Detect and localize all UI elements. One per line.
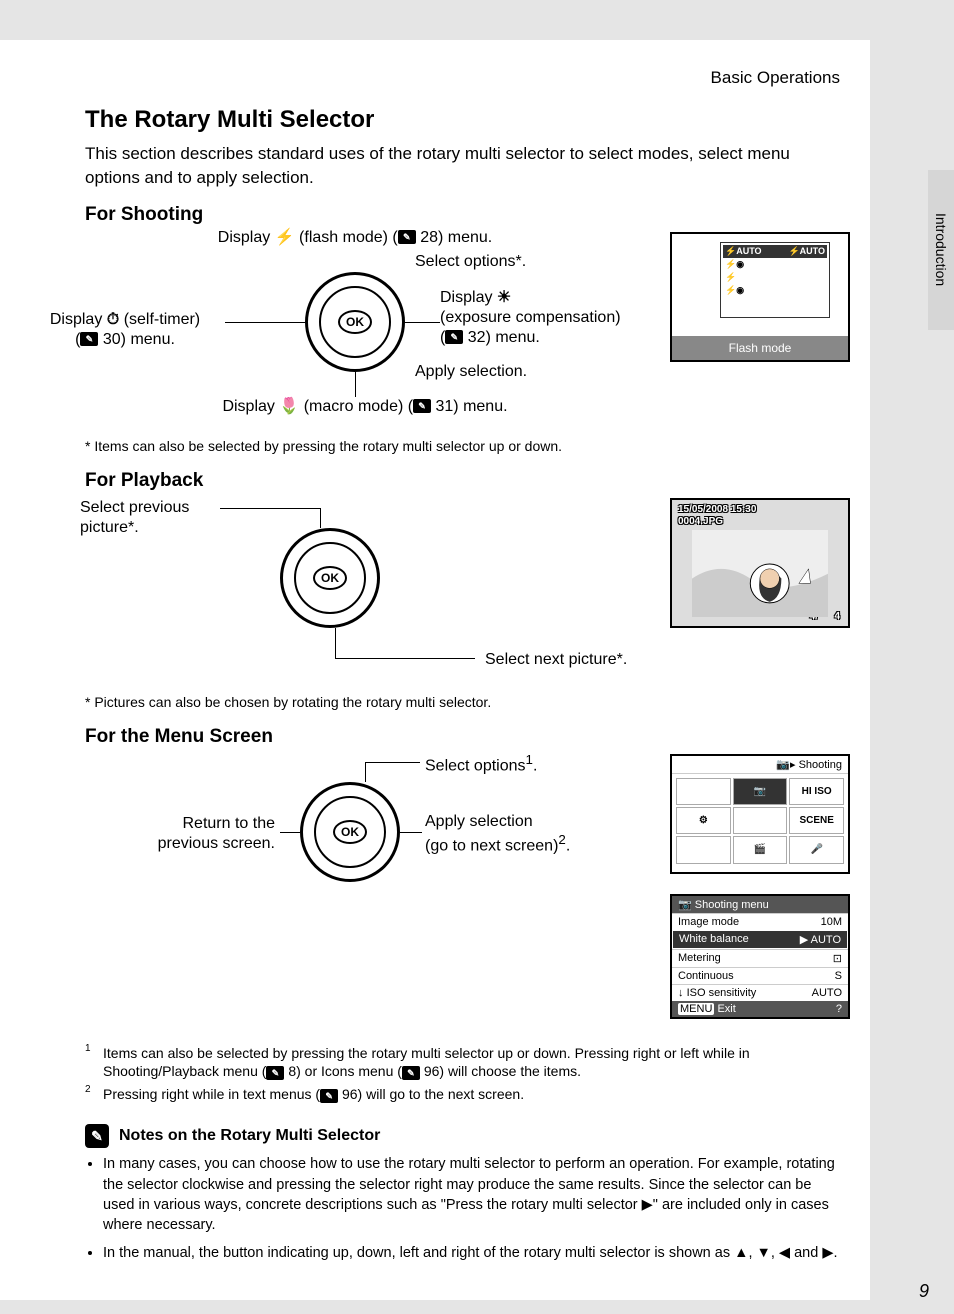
playback-image-illustration [692, 530, 828, 617]
playback-date: 15/05/2008 15:30 [678, 504, 756, 515]
breadcrumb: Basic Operations [85, 68, 840, 88]
page-number: 9 [919, 1281, 929, 1302]
label-apply-selection: Apply selection. [415, 362, 615, 382]
label-self-timer: Display ⏱ (self-timer) (✎ 30) menu. [25, 310, 225, 350]
ok-button: OK [313, 566, 347, 590]
ok-button: OK [333, 820, 367, 844]
section-menu: For the Menu Screen Select options1. OK … [85, 726, 840, 1105]
screen-shooting-menu: 📷 Shooting menu Image mode10M White bala… [670, 894, 850, 1019]
screen-playback: 15/05/2008 15:30 0004.JPG 4/ 4 [670, 498, 850, 628]
note-bullet-1: In many cases, you can choose how to use… [103, 1154, 840, 1235]
playback-total: 4 [834, 611, 840, 622]
label-exposure-comp: Display ☀ (exposure compensation) (✎ 32)… [440, 288, 650, 348]
heading-shooting: For Shooting [85, 204, 840, 226]
diagram-playback: Select previous picture*. OK Select next… [85, 498, 840, 688]
menu-row: Metering⊡ [672, 949, 848, 967]
label-prev-picture: Select previous picture*. [80, 498, 220, 538]
diagram-shooting: Display ⚡ (flash mode) (✎ 28) menu. OK D… [85, 232, 840, 432]
label-select-options: Select options*. [415, 252, 615, 272]
menu-row: ContinuousS [672, 967, 848, 984]
heading-menu: For the Menu Screen [85, 726, 840, 748]
label-flash-mode: Display ⚡ (flash mode) (✎ 28) menu. [185, 228, 525, 248]
side-tab-label: Introduction [933, 213, 949, 286]
label-macro-mode: Display 🌷 (macro mode) (✎ 31) menu. [155, 397, 575, 417]
page-title: The Rotary Multi Selector [85, 106, 840, 134]
flash-icon: ⚡ [275, 229, 295, 246]
footnote-menu-2: 2 Pressing right while in text menus (✎ … [85, 1085, 840, 1104]
ok-button: OK [338, 310, 372, 334]
ref-icon: ✎ [398, 230, 416, 244]
menu-row: Image mode10M [672, 913, 848, 930]
label-menu-select-options: Select options1. [425, 752, 605, 776]
side-tab: Introduction [928, 170, 954, 330]
timer-icon: ⏱ [107, 311, 119, 328]
pencil-icon: ✎ [85, 1124, 109, 1148]
section-shooting: For Shooting Display ⚡ (flash mode) (✎ 2… [85, 204, 840, 454]
footnote-playback: * Pictures can also be chosen by rotatin… [85, 694, 840, 710]
rotary-dial-menu: OK [300, 782, 400, 882]
ref-icon: ✎ [413, 399, 431, 413]
playback-file: 0004.JPG [678, 516, 723, 527]
ref-icon: ✎ [266, 1066, 284, 1080]
footnote-menu-1: 1 Items can also be selected by pressing… [85, 1044, 840, 1082]
ref-icon: ✎ [402, 1066, 420, 1080]
notes-heading: ✎ Notes on the Rotary Multi Selector [85, 1124, 840, 1148]
intro-text: This section describes standard uses of … [85, 142, 840, 190]
section-playback: For Playback Select previous picture*. O… [85, 470, 840, 710]
label-apply-next: Apply selection (go to next screen)2. [425, 812, 645, 856]
note-bullet-2: In the manual, the button indicating up,… [103, 1243, 840, 1263]
footnote-shooting: * Items can also be selected by pressing… [85, 438, 840, 454]
notes-section: ✎ Notes on the Rotary Multi Selector In … [85, 1124, 840, 1263]
page: Basic Operations The Rotary Multi Select… [0, 40, 870, 1300]
heading-playback: For Playback [85, 470, 840, 492]
diagram-menu: Select options1. OK Return to the previo… [85, 754, 840, 1044]
ref-icon: ✎ [445, 330, 463, 344]
macro-icon: 🌷 [279, 398, 299, 415]
menu-row-active: White balance▶ AUTO [672, 930, 848, 949]
label-next-picture: Select next picture*. [485, 650, 685, 670]
rotary-dial: OK [305, 272, 405, 372]
ref-icon: ✎ [320, 1089, 338, 1103]
ref-icon: ✎ [80, 332, 98, 346]
flash-caption: Flash mode [672, 336, 848, 360]
exposure-icon: ☀ [497, 289, 511, 306]
label-return-prev: Return to the previous screen. [125, 814, 275, 854]
screen-flash-mode: ⚡AUTO⚡AUTO ⚡◉ ⚡ ⚡◉ Flash mode [670, 232, 850, 362]
menu-row: ↓ ISO sensitivityAUTO [672, 984, 848, 1001]
rotary-dial-playback: OK [280, 528, 380, 628]
screen-shooting-modes: 📷▸ Shooting 📷 HI ISO ⚙ SCENE 🎬 🎤 [670, 754, 850, 874]
